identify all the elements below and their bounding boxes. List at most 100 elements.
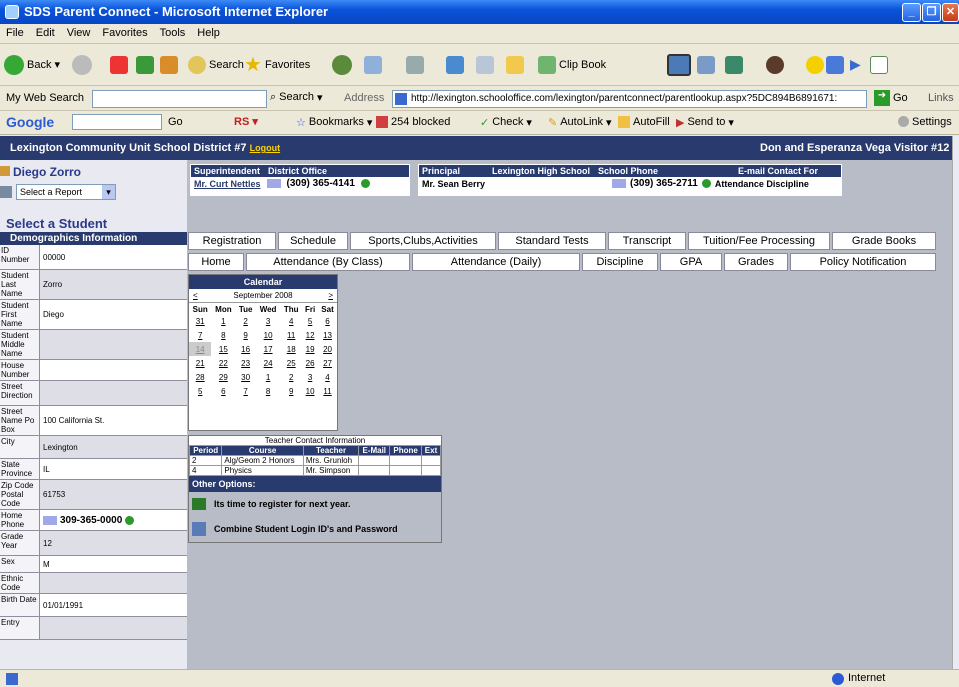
calendar-day[interactable]: 8 [256,384,280,398]
calendar-day[interactable]: 7 [235,384,255,398]
calendar-day[interactable]: 13 [318,328,337,342]
stop-icon[interactable] [110,56,128,74]
calendar-day[interactable]: 30 [235,370,255,384]
calendar-day[interactable]: 21 [189,356,211,370]
calendar-day[interactable]: 31 [189,314,211,328]
emoticon-icon[interactable] [806,56,824,74]
calendar-day[interactable]: 11 [318,384,337,398]
maximize-button[interactable]: ❐ [922,3,941,22]
register-option[interactable]: Its time to register for next year. [189,492,441,516]
tab-registration[interactable]: Registration [188,232,276,250]
folder-icon[interactable] [506,56,524,74]
links-label[interactable]: Links [928,92,954,104]
menu-tools[interactable]: Tools [154,24,192,42]
calendar-day[interactable]: 28 [189,370,211,384]
tab-discipline[interactable]: Discipline [582,253,658,271]
google-search-input[interactable] [72,114,162,130]
page-icon[interactable] [870,56,888,74]
menu-help[interactable]: Help [191,24,226,42]
menu-edit[interactable]: Edit [30,24,61,42]
tab-transcript[interactable]: Transcript [608,232,686,250]
calendar-day[interactable]: 7 [189,328,211,342]
google-go-button[interactable]: Go [168,116,183,128]
tab-sports-clubs-activities[interactable]: Sports,Clubs,Activities [350,232,496,250]
search-button[interactable]: Search [188,54,244,76]
tab-standard-tests[interactable]: Standard Tests [498,232,606,250]
calendar-day[interactable]: 15 [211,342,235,356]
web-search-button[interactable]: ⌕ Search ▾ [270,91,323,104]
minimize-button[interactable]: _ [902,3,921,22]
menu-file[interactable]: File [0,24,30,42]
tab-attendance-by-class[interactable]: Attendance (By Class) [246,253,410,271]
calendar-day[interactable]: 5 [302,314,318,328]
smiley-icon[interactable] [766,56,784,74]
calendar-day[interactable]: 26 [302,356,318,370]
calendar-day[interactable]: 4 [280,314,302,328]
play-icon[interactable]: ▶ [850,56,861,73]
calendar-day[interactable]: 22 [211,356,235,370]
tab-schedule[interactable]: Schedule [278,232,348,250]
send-to-button[interactable]: ▶ Send to ▾ [676,116,734,129]
toolbar-extra-icon[interactable] [725,56,743,74]
calendar-day[interactable]: 20 [318,342,337,356]
history-icon[interactable] [332,55,352,75]
spell-check-button[interactable]: ✓ Check ▾ [480,116,532,129]
tab-gpa[interactable]: GPA [660,253,722,271]
calendar-day[interactable]: 24 [256,356,280,370]
call-icon[interactable] [125,515,135,525]
print-icon[interactable] [406,56,424,74]
autolink-button[interactable]: ✎ AutoLink ▾ [548,116,612,129]
calendar-day[interactable]: 9 [235,328,255,342]
tab-attendance-daily[interactable]: Attendance (Daily) [412,253,580,271]
student-name[interactable]: Diego Zorro [13,165,81,179]
calendar-day[interactable]: 17 [256,342,280,356]
call-icon[interactable] [360,179,370,188]
menu-view[interactable]: View [61,24,97,42]
prev-month-link[interactable]: < [193,291,198,300]
favorites-button[interactable]: ★ Favorites [244,54,310,76]
calendar-day[interactable]: 29 [211,370,235,384]
clipbook-button[interactable]: Clip Book [538,54,606,76]
messenger-icon[interactable] [446,56,464,74]
calendar-day[interactable]: 11 [280,328,302,342]
calendar-day[interactable]: 19 [302,342,318,356]
page-scrollbar[interactable] [952,136,959,669]
calendar-day[interactable]: 4 [318,370,337,384]
calendar-day[interactable]: 25 [280,356,302,370]
close-button[interactable]: ✕ [942,3,959,22]
research-icon[interactable] [697,56,715,74]
forward-button[interactable] [72,55,92,75]
refresh-icon[interactable] [136,56,154,74]
calendar-day[interactable]: 12 [302,328,318,342]
calendar-day[interactable]: 18 [280,342,302,356]
tab-grades[interactable]: Grades [724,253,788,271]
web-search-input[interactable] [92,90,267,108]
calendar-day[interactable]: 14 [189,342,212,356]
autofill-button[interactable]: AutoFill [618,116,670,128]
email-contact[interactable]: Attendance Discipline [715,179,809,189]
next-month-link[interactable]: > [328,291,333,300]
calendar-day[interactable]: 16 [235,342,255,356]
calendar-day[interactable]: 3 [302,370,318,384]
tab-home[interactable]: Home [188,253,244,271]
screensaver-icon[interactable] [826,56,844,74]
calendar-day[interactable]: 10 [302,384,318,398]
tab-tuition-fee-processing[interactable]: Tuition/Fee Processing [688,232,830,250]
logout-link[interactable]: Logout [250,143,281,153]
calendar-day[interactable]: 10 [256,328,280,342]
screen-capture-icon[interactable] [667,54,691,76]
settings-button[interactable]: Settings [898,116,952,128]
calendar-day[interactable]: 5 [189,384,211,398]
mail-icon[interactable] [364,56,382,74]
home-icon[interactable] [160,56,178,74]
back-button[interactable]: Back ▾ [4,54,60,76]
calendar-day[interactable]: 3 [256,314,280,328]
combine-login-option[interactable]: Combine Student Login ID's and Password [189,516,441,542]
calendar-day[interactable]: 23 [235,356,255,370]
superintendent-name[interactable]: Mr. Curt Nettles [194,179,261,189]
edit-icon[interactable] [476,56,494,74]
calendar-day[interactable]: 6 [211,384,235,398]
tab-grade-books[interactable]: Grade Books [832,232,936,250]
address-input[interactable]: http://lexington.schooloffice.com/lexing… [392,90,867,108]
calendar-day[interactable]: 6 [318,314,337,328]
